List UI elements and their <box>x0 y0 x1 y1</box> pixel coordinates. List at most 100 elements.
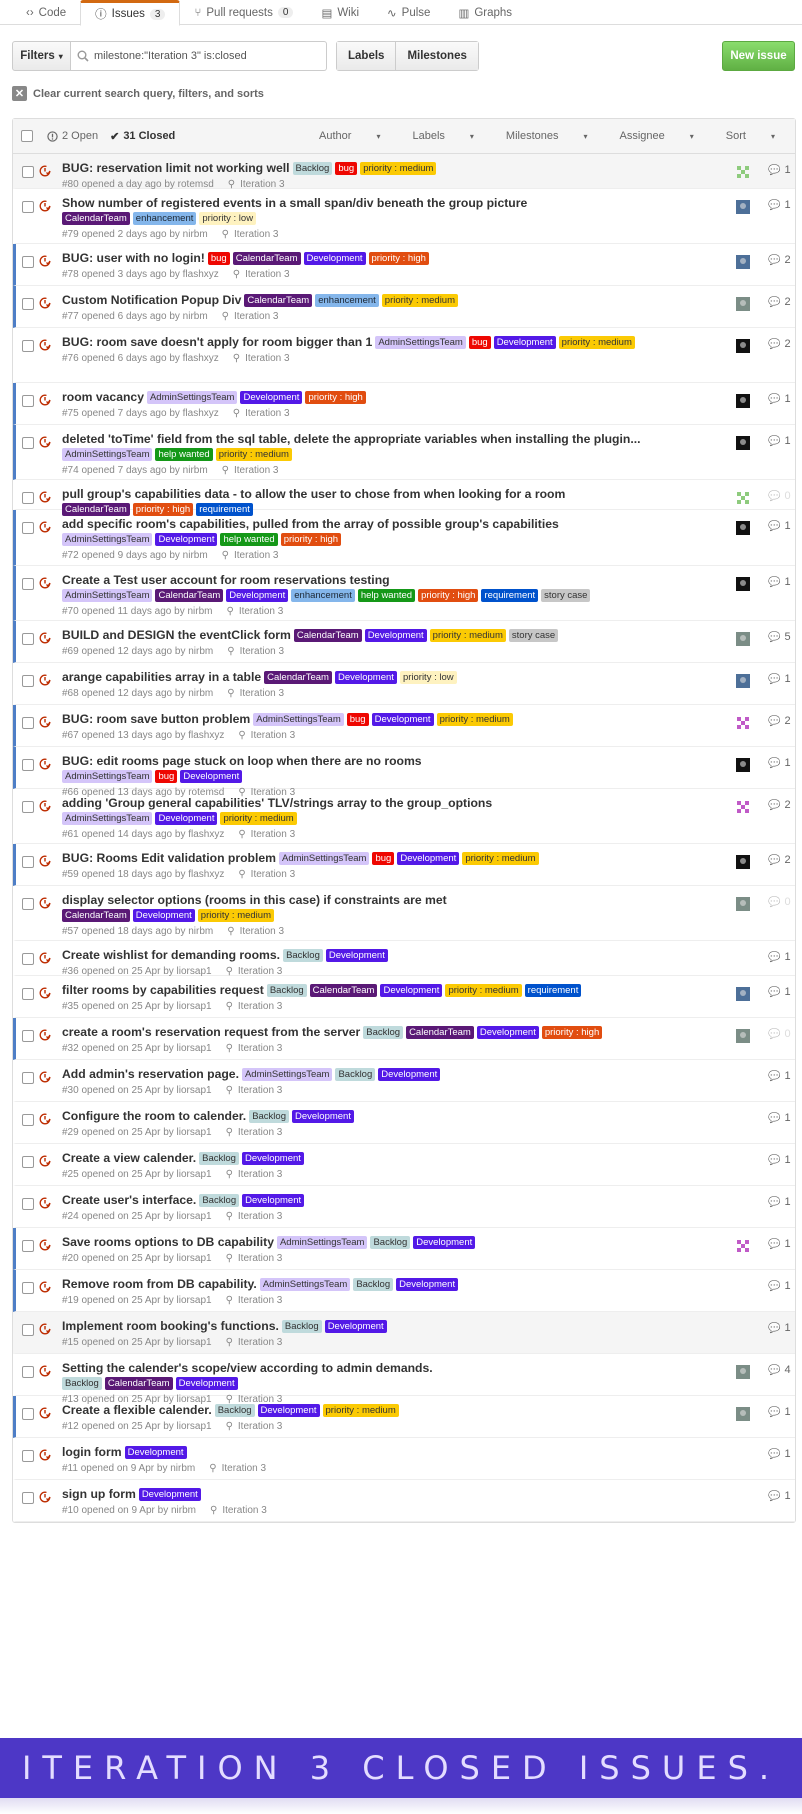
issue-title-link[interactable]: adding 'Group general capabilities' TLV/… <box>62 796 492 810</box>
label-priority-medium[interactable]: priority : medium <box>429 629 506 642</box>
label-requirement[interactable]: requirement <box>481 589 539 602</box>
issue-checkbox[interactable] <box>22 675 34 687</box>
issue-row[interactable]: BUILD and DESIGN the eventClick form Cale… <box>13 621 795 663</box>
label-priority-high[interactable]: priority : high <box>541 1026 603 1039</box>
issue-title-link[interactable]: BUG: room save doesn't apply for room bi… <box>62 335 372 349</box>
comments-link[interactable]: 💬 1 <box>768 673 791 685</box>
issue-title-link[interactable]: Add admin's reservation page. <box>62 1067 239 1081</box>
issue-title-link[interactable]: Implement room booking's functions. <box>62 1319 279 1333</box>
label-backlog[interactable]: Backlog <box>266 984 307 997</box>
assignee-avatar[interactable] <box>736 674 750 688</box>
issue-checkbox[interactable] <box>22 201 34 213</box>
issue-checkbox[interactable] <box>22 1408 34 1420</box>
label-backlog[interactable]: Backlog <box>281 1320 322 1333</box>
issue-title-link[interactable]: arange capabilities array in a table <box>62 670 261 684</box>
label-requirement[interactable]: requirement <box>524 984 582 997</box>
milestone-link[interactable]: ⚲ Iteration 3 <box>209 1463 266 1474</box>
label-priority-medium[interactable]: priority : medium <box>381 294 459 307</box>
issue-title-link[interactable]: BUG: reservation limit not working well <box>62 161 290 175</box>
issue-checkbox[interactable] <box>22 298 34 310</box>
label-development[interactable]: Development <box>325 949 388 962</box>
comments-link[interactable]: 💬 1 <box>768 520 791 532</box>
milestone-link[interactable]: ⚲ Iteration 3 <box>226 1421 283 1432</box>
issue-title-link[interactable]: room vacancy <box>62 390 144 404</box>
milestone-link[interactable]: ⚲ Iteration 3 <box>238 829 295 840</box>
label-development[interactable]: Development <box>132 909 195 922</box>
label-priority-medium[interactable]: priority : medium <box>445 984 522 997</box>
comments-link[interactable]: 💬 0 <box>768 896 791 908</box>
label-backlog[interactable]: Backlog <box>62 1377 102 1390</box>
issue-checkbox[interactable] <box>22 1114 34 1126</box>
assignee-avatar[interactable] <box>736 297 750 311</box>
label-adminsettingsteam[interactable]: AdminSettingsTeam <box>276 1236 368 1249</box>
label-priority-high[interactable]: priority : high <box>280 533 342 546</box>
assignee-avatar[interactable] <box>736 165 750 179</box>
milestone-link[interactable]: ⚲ Iteration 3 <box>226 1211 283 1222</box>
issue-row[interactable]: Create a Test user account for room rese… <box>13 566 795 621</box>
milestone-link[interactable]: ⚲ Iteration 3 <box>226 1169 283 1180</box>
issue-title-link[interactable]: BUG: edit rooms page stuck on loop when … <box>62 754 422 768</box>
comments-link[interactable]: 💬 1 <box>768 1490 791 1502</box>
label-development[interactable]: Development <box>364 629 427 642</box>
menu-milestones[interactable]: Milestones ▾ <box>506 130 598 142</box>
label-development[interactable]: Development <box>380 984 443 997</box>
comments-link[interactable]: 💬 0 <box>768 1028 791 1040</box>
issue-checkbox[interactable] <box>22 437 34 449</box>
label-backlog[interactable]: Backlog <box>363 1026 404 1039</box>
milestone-link[interactable]: ⚲ Iteration 3 <box>238 730 295 741</box>
comments-link[interactable]: 💬 1 <box>768 951 791 963</box>
issue-checkbox[interactable] <box>22 1450 34 1462</box>
menu-labels[interactable]: Labels ▾ <box>412 130 483 142</box>
assignee-avatar[interactable] <box>736 436 750 450</box>
comments-link[interactable]: 💬 1 <box>768 757 791 769</box>
label-backlog[interactable]: Backlog <box>214 1404 255 1417</box>
comments-link[interactable]: 💬 1 <box>768 1280 791 1292</box>
issue-row[interactable]: sign up form Development #10 opened on 9 A… <box>13 1480 795 1522</box>
label-calendarteam[interactable]: CalendarTeam <box>264 671 332 684</box>
milestone-link[interactable]: ⚲ Iteration 3 <box>226 606 283 617</box>
label-priority-low[interactable]: priority : low <box>399 671 457 684</box>
issue-checkbox[interactable] <box>22 256 34 268</box>
issue-checkbox[interactable] <box>22 898 34 910</box>
issue-title-link[interactable]: Configure the room to calender. <box>62 1109 246 1123</box>
assignee-avatar[interactable] <box>736 758 750 772</box>
issue-title-link[interactable]: Save rooms options to DB capability <box>62 1235 274 1249</box>
milestone-link[interactable]: ⚲ Iteration 3 <box>227 688 284 699</box>
milestones-button[interactable]: Milestones <box>395 42 478 70</box>
label-development[interactable]: Development <box>175 1377 238 1390</box>
issue-checkbox[interactable] <box>22 522 34 534</box>
issue-title-link[interactable]: add specific room's capabilities, pulled… <box>62 517 559 531</box>
issue-checkbox[interactable] <box>22 340 34 352</box>
label-adminsettingsteam[interactable]: AdminSettingsTeam <box>62 448 153 461</box>
issue-checkbox[interactable] <box>22 395 34 407</box>
issue-title-link[interactable]: BUG: user with no login! <box>62 251 205 265</box>
label-calendarteam[interactable]: CalendarTeam <box>62 212 130 225</box>
issue-row[interactable]: Custom Notification Popup Div CalendarTea… <box>13 286 795 328</box>
label-priority-medium[interactable]: priority : medium <box>462 852 539 865</box>
issue-checkbox[interactable] <box>22 578 34 590</box>
issue-title-link[interactable]: pull group's capabilities data - to allo… <box>62 487 565 501</box>
label-help-wanted[interactable]: help wanted <box>220 533 278 546</box>
issue-checkbox[interactable] <box>22 759 34 771</box>
label-priority-medium[interactable]: priority : medium <box>322 1404 399 1417</box>
label-development[interactable]: Development <box>241 1152 304 1165</box>
issue-title-link[interactable]: deleted 'toTime' field from the sql tabl… <box>62 432 640 446</box>
label-calendarteam[interactable]: CalendarTeam <box>309 984 378 997</box>
issue-row[interactable]: Create a view calender. Backlog Developmen… <box>13 1144 795 1186</box>
milestone-link[interactable]: ⚲ Iteration 3 <box>233 408 290 419</box>
milestone-link[interactable]: ⚲ Iteration 3 <box>233 353 290 364</box>
issue-row[interactable]: filter rooms by capabilities request Back… <box>13 976 795 1018</box>
issue-title-link[interactable]: Create wishlist for demanding rooms. <box>62 948 280 962</box>
issue-checkbox[interactable] <box>22 1156 34 1168</box>
tab-issues[interactable]: ⓘ Issues 3 <box>80 0 181 26</box>
issue-checkbox[interactable] <box>22 1072 34 1084</box>
milestone-link[interactable]: ⚲ Iteration 3 <box>233 269 290 280</box>
label-enhancement[interactable]: enhancement <box>315 294 379 307</box>
issue-row[interactable]: BUG: room save doesn't apply for room bi… <box>13 328 795 383</box>
label-help-wanted[interactable]: help wanted <box>357 589 416 602</box>
issue-row[interactable]: Save rooms options to DB capability Admin… <box>13 1228 795 1270</box>
label-story-case[interactable]: story case <box>541 589 591 602</box>
comments-link[interactable]: 💬 1 <box>768 164 791 176</box>
assignee-avatar[interactable] <box>736 1029 750 1043</box>
issue-checkbox[interactable] <box>22 1366 34 1378</box>
